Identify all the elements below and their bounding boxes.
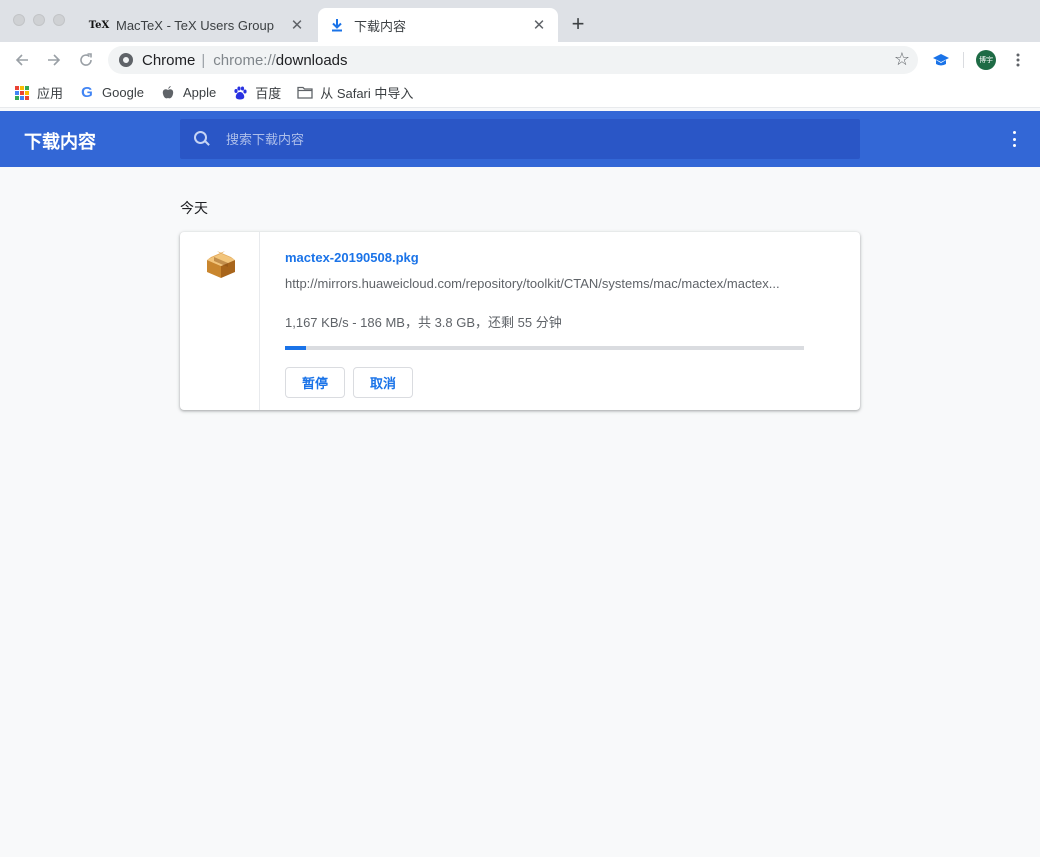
file-icon-column	[180, 232, 260, 410]
avatar: 博宇	[976, 50, 996, 70]
arrow-right-icon	[48, 54, 61, 66]
baidu-paw-icon	[232, 85, 248, 101]
bookmark-label: Google	[102, 85, 144, 100]
more-actions-icon[interactable]	[1012, 131, 1016, 147]
downloads-header: 下载内容	[0, 111, 1040, 167]
address-scheme: chrome://	[213, 51, 276, 69]
bookmark-google[interactable]: G Google	[79, 84, 144, 101]
bookmark-label: 应用	[37, 86, 64, 101]
date-header: 今天	[180, 200, 208, 216]
close-tab-icon[interactable]: ✕	[286, 14, 308, 36]
download-progress-fill	[285, 346, 306, 350]
bookmarks-bar: 应用 G Google Apple 百度 从 Safari 中导入	[0, 78, 1040, 108]
toolbar-divider	[963, 52, 964, 68]
bookmark-star-icon[interactable]: ☆	[894, 49, 910, 70]
tex-favicon-icon: TeX	[88, 19, 110, 31]
search-icon	[194, 131, 210, 147]
tab-strip: TeX MacTeX - TeX Users Group ✕ 下载内容 ✕ +	[0, 0, 1040, 42]
chrome-page-icon	[119, 53, 133, 67]
bookmark-apps[interactable]: 应用	[14, 83, 63, 102]
file-name-link[interactable]: mactex-20190508.pkg	[285, 250, 419, 265]
zoom-window-button[interactable]	[53, 14, 65, 26]
file-source-url[interactable]: http://mirrors.huaweicloud.com/repositor…	[285, 276, 805, 291]
bookmark-label: Apple	[182, 85, 217, 100]
extension-button[interactable]	[929, 48, 953, 72]
reload-button[interactable]	[74, 48, 98, 72]
download-item-card: mactex-20190508.pkg http://mirrors.huawe…	[180, 232, 860, 410]
forward-button[interactable]	[42, 48, 66, 72]
bookmark-safari-import[interactable]: 从 Safari 中导入	[297, 83, 413, 102]
new-tab-button[interactable]: +	[566, 11, 590, 36]
bookmark-label: 从 Safari 中导入	[320, 86, 414, 101]
download-status: 1,167 KB/s - 186 MB，共 3.8 GB，还剩 55 分钟	[285, 315, 562, 330]
more-vertical-icon	[1016, 53, 1020, 67]
address-bar[interactable]: Chrome | chrome:// downloads ☆	[108, 46, 918, 74]
browser-toolbar: Chrome | chrome:// downloads ☆ 博宇	[0, 42, 1040, 78]
tab-title: 下载内容	[354, 18, 407, 34]
search-input[interactable]	[226, 131, 826, 147]
chrome-menu-button[interactable]	[1006, 48, 1030, 72]
address-chip: Chrome	[142, 51, 196, 69]
profile-button[interactable]: 博宇	[974, 48, 998, 72]
bookmark-baidu[interactable]: 百度	[232, 83, 281, 102]
close-window-button[interactable]	[13, 14, 25, 26]
address-path: downloads	[275, 51, 348, 69]
bookmark-label: 百度	[255, 86, 282, 101]
pause-button[interactable]: 暂停	[285, 367, 345, 398]
page-title: 下载内容	[24, 132, 96, 152]
google-icon: G	[81, 84, 93, 101]
search-field[interactable]	[180, 119, 860, 159]
folder-icon	[297, 85, 313, 101]
arrow-left-icon	[15, 54, 28, 66]
graduation-cap-icon	[933, 54, 949, 66]
cancel-button[interactable]: 取消	[353, 367, 413, 398]
back-button[interactable]	[10, 48, 34, 72]
tab-downloads[interactable]: 下载内容 ✕	[318, 8, 558, 42]
tab-mactex[interactable]: TeX MacTeX - TeX Users Group ✕	[80, 8, 316, 42]
tab-title: MacTeX - TeX Users Group	[116, 17, 274, 33]
download-progress-bar	[285, 346, 804, 350]
apps-grid-icon	[14, 85, 30, 101]
reload-icon	[80, 53, 92, 66]
bookmark-apple[interactable]: Apple	[160, 85, 216, 101]
close-tab-icon[interactable]: ✕	[528, 14, 550, 36]
package-icon	[204, 250, 238, 285]
download-icon	[328, 17, 346, 33]
address-separator: |	[201, 51, 206, 69]
apple-icon	[160, 85, 176, 101]
minimize-window-button[interactable]	[33, 14, 45, 26]
